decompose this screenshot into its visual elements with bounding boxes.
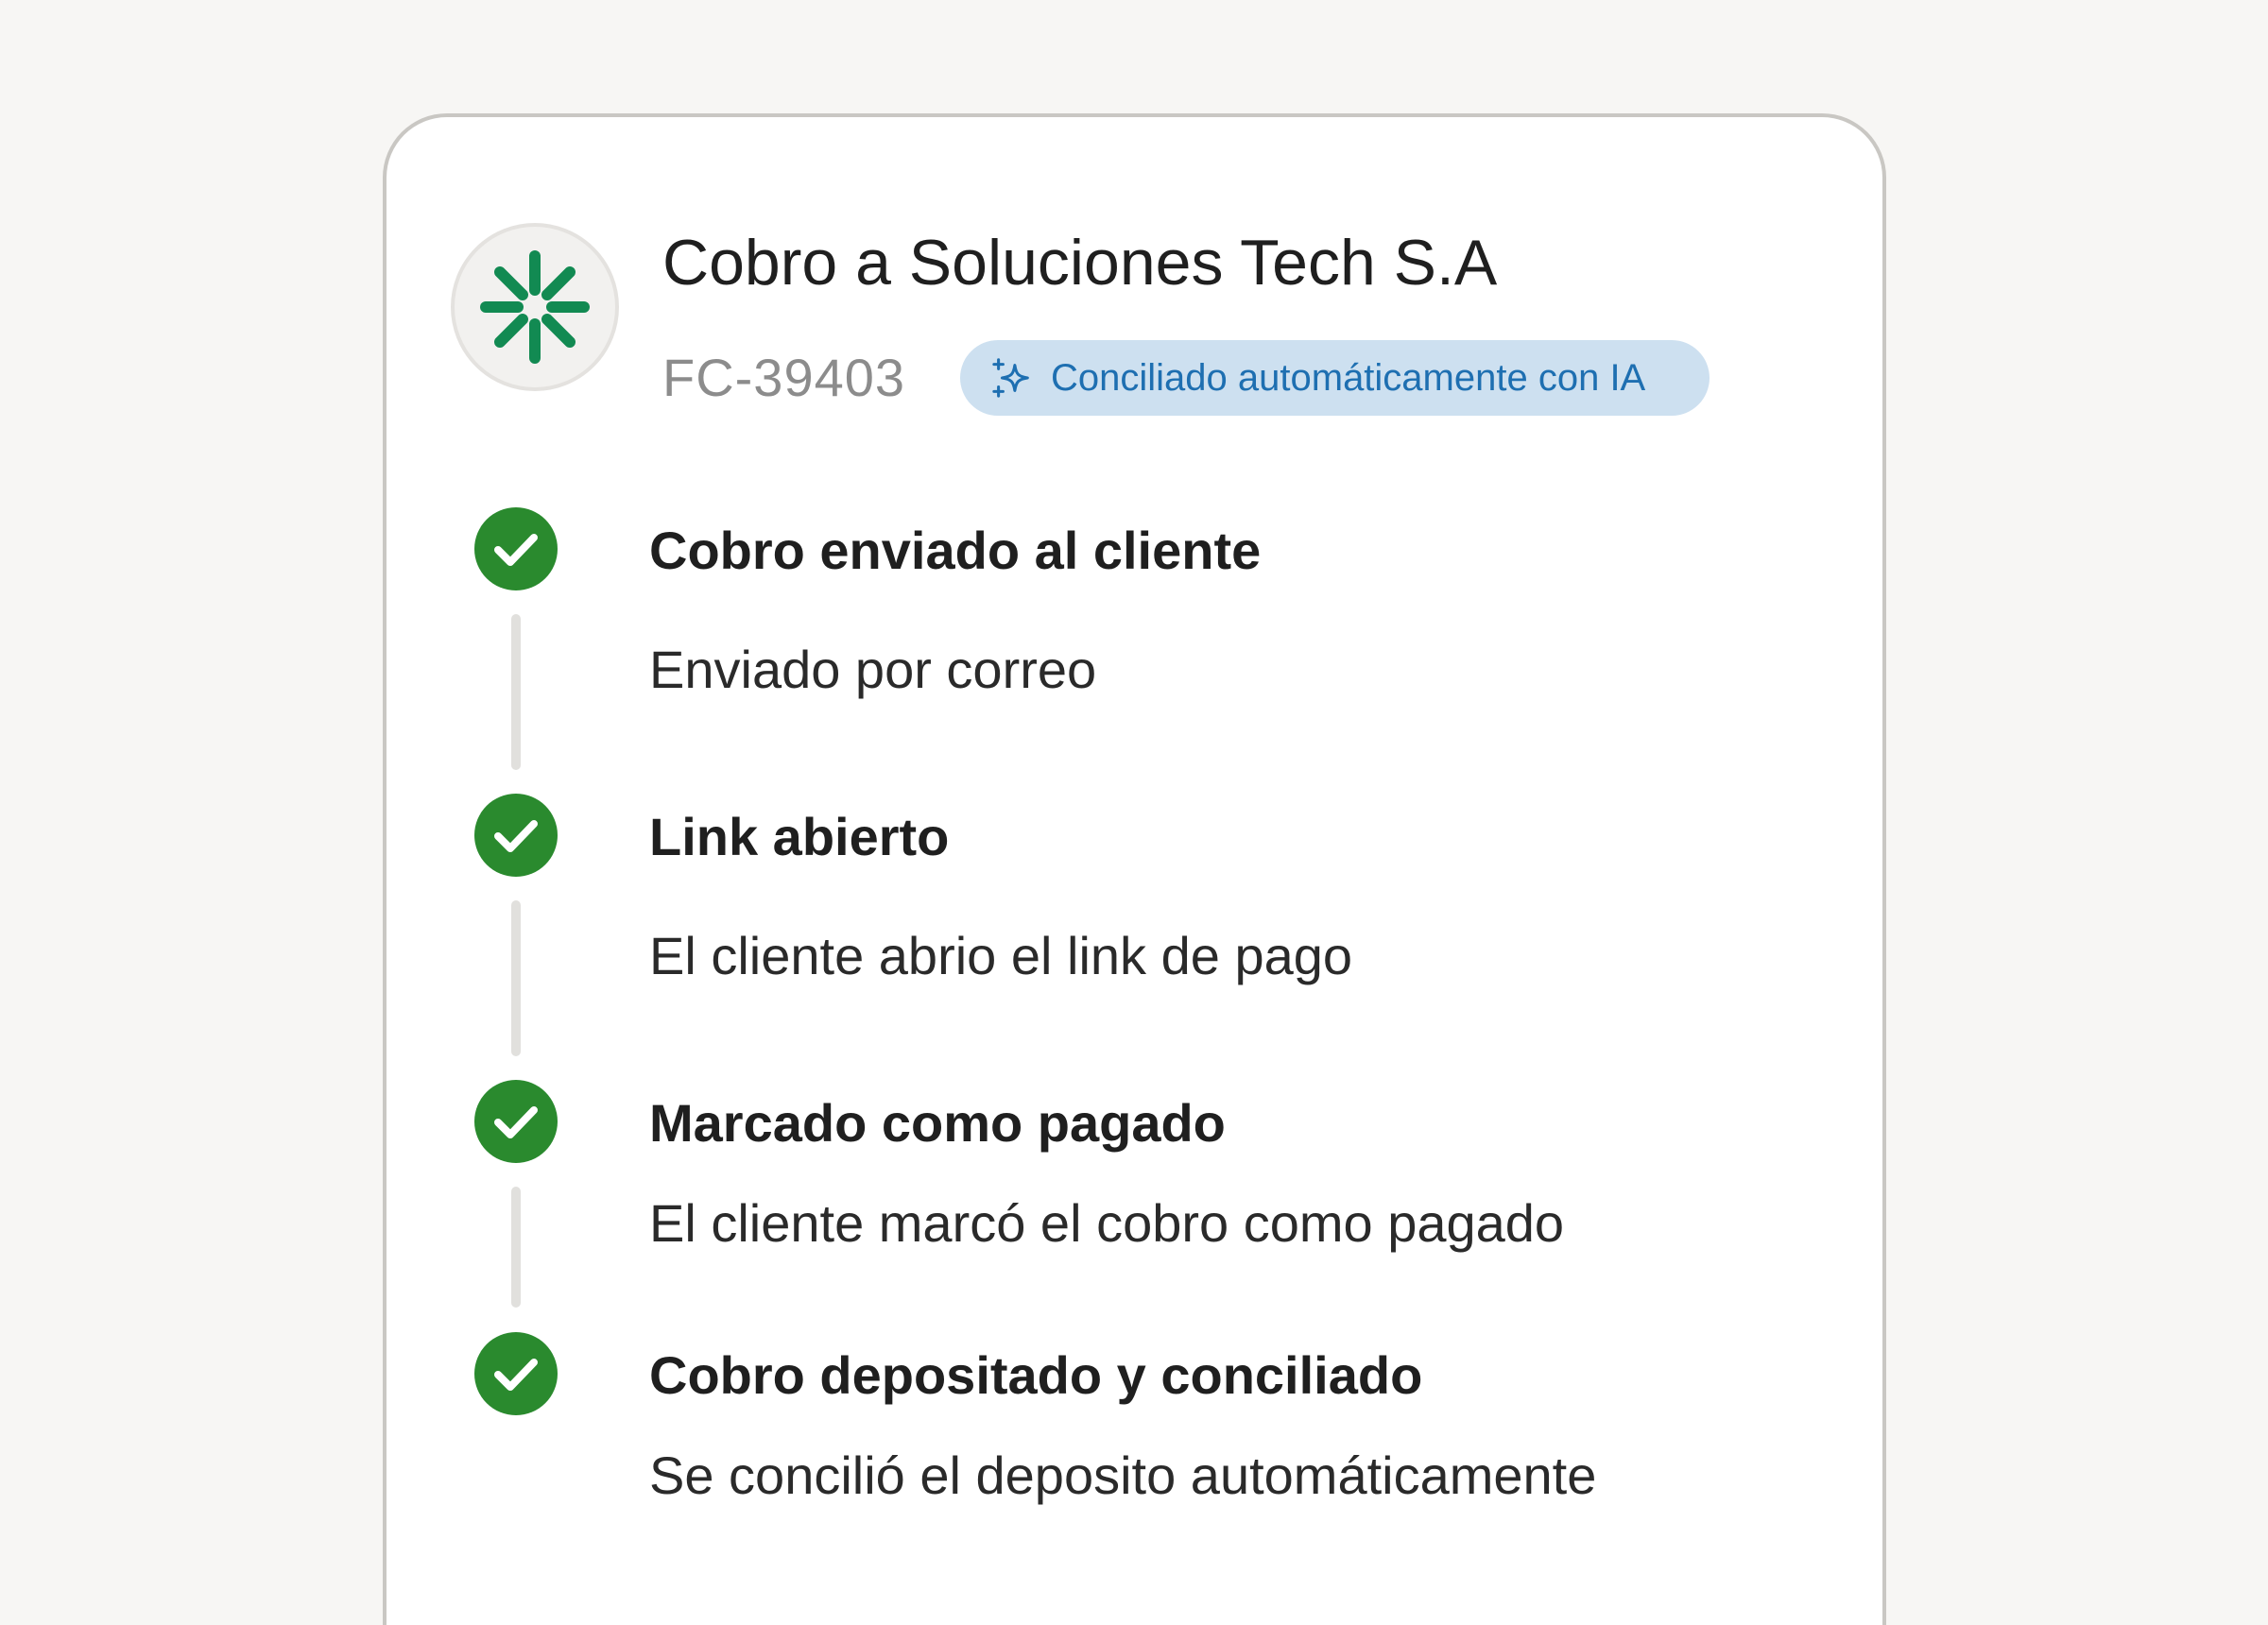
check-circle-icon bbox=[474, 1332, 558, 1415]
timeline-step-title: Link abierto bbox=[649, 807, 950, 866]
check-circle-icon bbox=[474, 794, 558, 877]
timeline-step-description: El cliente abrio el link de pago bbox=[649, 926, 1353, 985]
timeline-step-title: Marcado como pagado bbox=[649, 1093, 1226, 1153]
timeline-step-description: Se concilió el deposito automáticamente bbox=[649, 1445, 1597, 1505]
timeline-step-description: El cliente marcó el cobro como pagado bbox=[649, 1193, 1565, 1253]
ai-reconciled-badge: Conciliado automáticamente con IA bbox=[960, 340, 1710, 416]
timeline-connector bbox=[511, 1187, 521, 1308]
timeline-connector bbox=[511, 900, 521, 1056]
sparkle-icon bbox=[992, 358, 1029, 398]
timeline-step-title: Cobro depositado y conciliado bbox=[649, 1345, 1423, 1405]
ai-badge-label: Conciliado automáticamente con IA bbox=[1051, 356, 1646, 399]
company-avatar bbox=[451, 223, 619, 391]
check-circle-icon bbox=[474, 1080, 558, 1163]
spinner-burst-icon bbox=[480, 250, 590, 364]
invoice-id: FC-39403 bbox=[662, 348, 906, 407]
timeline-step-description: Enviado por correo bbox=[649, 640, 1097, 699]
timeline-step-title: Cobro enviado al cliente bbox=[649, 521, 1262, 580]
page-title: Cobro a Soluciones Tech S.A bbox=[662, 227, 1498, 299]
check-circle-icon bbox=[474, 507, 558, 590]
timeline-connector bbox=[511, 614, 521, 770]
